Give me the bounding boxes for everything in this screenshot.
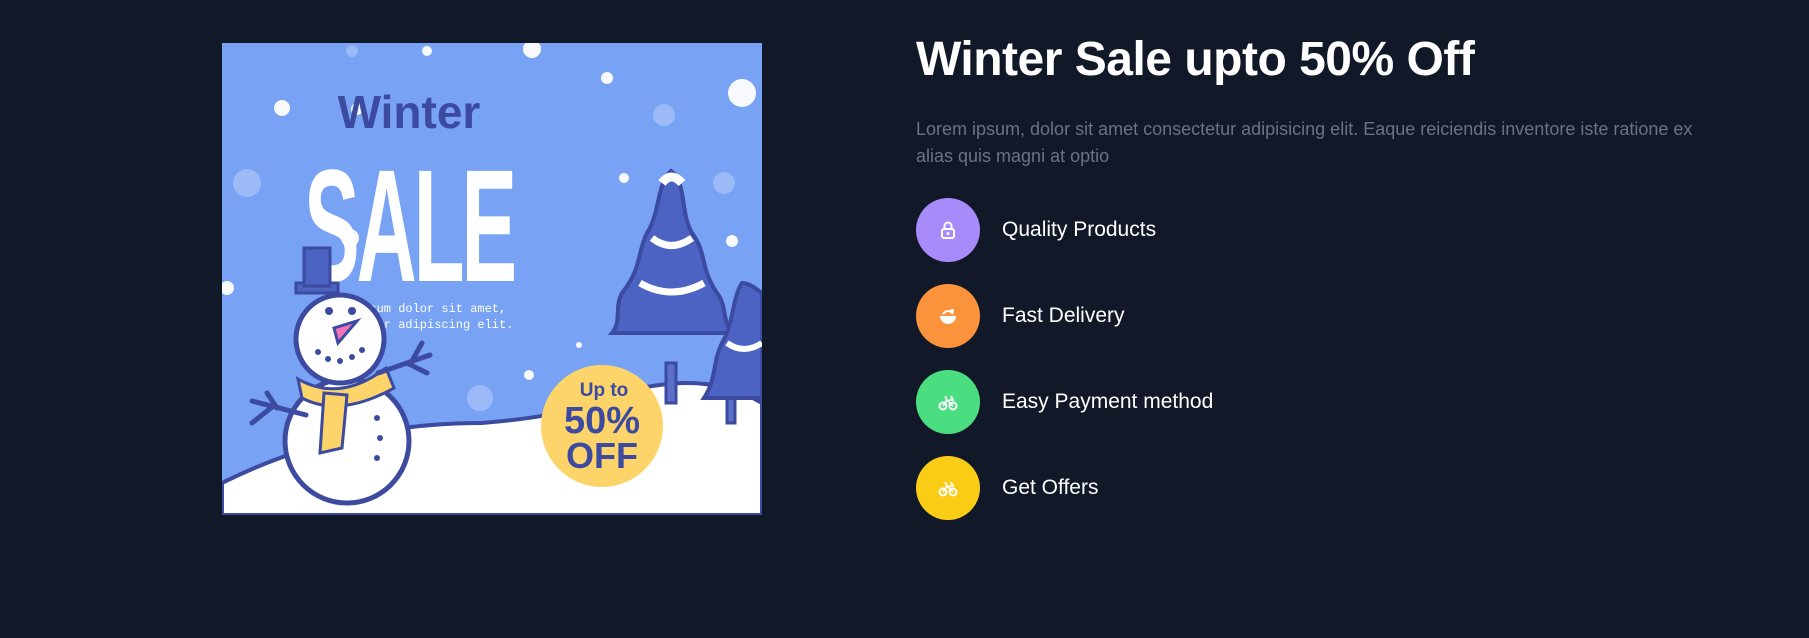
feature-item-get-offers: Get Offers	[916, 456, 1696, 520]
feature-icon-badge	[916, 370, 980, 434]
feature-list: Quality Products Fast Delivery Easy Paym…	[916, 198, 1696, 520]
bike-icon	[938, 395, 958, 411]
feature-icon-badge	[916, 284, 980, 348]
feature-item-easy-payment: Easy Payment method	[916, 370, 1696, 434]
feature-label: Fast Delivery	[1002, 304, 1125, 327]
banner-script-word: Winter	[338, 86, 481, 138]
feature-item-quality-products: Quality Products	[916, 198, 1696, 262]
feature-label: Get Offers	[1002, 476, 1099, 499]
feature-item-fast-delivery: Fast Delivery	[916, 284, 1696, 348]
feature-label: Quality Products	[1002, 218, 1157, 241]
feature-label: Easy Payment method	[1002, 390, 1214, 413]
promo-content: Winter Sale upto 50% Off Lorem ipsum, do…	[916, 30, 1696, 542]
food-bowl-icon	[940, 309, 956, 324]
promo-description: Lorem ipsum, dolor sit amet consectetur …	[916, 119, 1693, 166]
winter-sale-banner-image: Winter SALE Lorem ipsum dolor sit amet, …	[222, 43, 762, 515]
feature-icon-badge	[916, 198, 980, 262]
badge-line-1: Up to	[580, 380, 629, 401]
lock-icon	[941, 221, 955, 239]
page-title: Winter Sale upto 50% Off	[916, 33, 1475, 86]
bike-icon	[938, 481, 958, 497]
feature-icon-badge	[916, 456, 980, 520]
badge-line-3: OFF	[566, 435, 638, 476]
